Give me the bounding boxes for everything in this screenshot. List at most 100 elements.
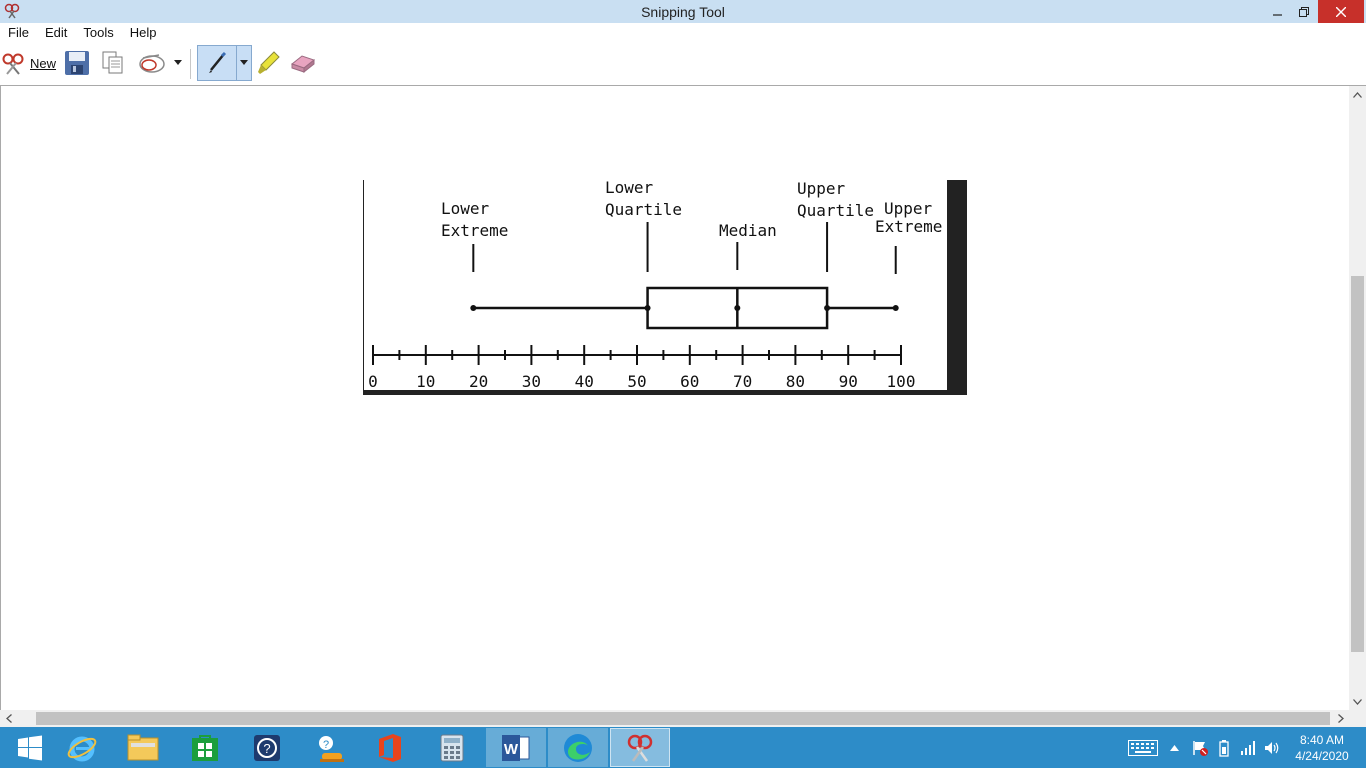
show-hidden-icons-button[interactable] xyxy=(1166,727,1182,768)
tick-label: 70 xyxy=(733,372,752,391)
menu-tools[interactable]: Tools xyxy=(75,23,121,43)
power-button[interactable] xyxy=(1214,727,1234,768)
svg-text:?: ? xyxy=(323,739,329,751)
start-icon xyxy=(18,735,42,760)
title-bar: Snipping Tool xyxy=(0,0,1366,23)
store-icon xyxy=(192,734,218,761)
send-email-icon xyxy=(139,54,165,73)
captured-image: Lower Extreme Lower Quartile Median Uppe… xyxy=(362,178,967,395)
scroll-right-button[interactable] xyxy=(1332,710,1349,727)
lower-extreme-label-line2: Extreme xyxy=(441,221,508,240)
action-center-button[interactable] xyxy=(1190,727,1210,768)
clock[interactable]: 8:40 AM 4/24/2020 xyxy=(1284,732,1360,764)
copy-button[interactable] xyxy=(100,45,126,81)
vertical-scrollbar[interactable] xyxy=(1349,86,1366,710)
minimize-button[interactable] xyxy=(1264,0,1292,23)
tick-label: 20 xyxy=(469,372,488,391)
new-snip-button[interactable]: New xyxy=(2,45,56,81)
tick-label: 60 xyxy=(680,372,699,391)
taskbar-edge[interactable] xyxy=(548,728,608,767)
median-label: Median xyxy=(719,221,777,240)
scroll-down-button[interactable] xyxy=(1349,693,1366,710)
new-snip-label: New xyxy=(30,55,57,71)
tick-label: 30 xyxy=(522,372,541,391)
internet-explorer-icon xyxy=(67,736,97,761)
chevron-down-icon xyxy=(1353,698,1362,705)
window-title: Snipping Tool xyxy=(641,4,725,20)
tick-label: 10 xyxy=(416,372,435,391)
vertical-scroll-thumb[interactable] xyxy=(1351,276,1364,652)
tick-label: 90 xyxy=(839,372,858,391)
menu-help[interactable]: Help xyxy=(122,23,165,43)
taskbar: ? ? W 8:40 AM 4/24/2020 xyxy=(0,727,1366,768)
horizontal-scroll-thumb[interactable] xyxy=(36,712,1330,725)
upper-quartile-label-line2: Quartile xyxy=(797,201,874,220)
eraser-icon xyxy=(290,55,316,74)
clock-time: 8:40 AM xyxy=(1299,733,1345,747)
eraser-button[interactable] xyxy=(288,45,316,81)
scissors-icon xyxy=(2,53,24,75)
battery-plug-icon xyxy=(1219,739,1229,757)
taskbar-support[interactable]: ? xyxy=(298,728,358,767)
file-explorer-icon xyxy=(127,734,159,760)
upper-quartile-label-line1: Upper xyxy=(797,180,846,198)
scrollbar-corner xyxy=(1349,710,1366,727)
close-button[interactable] xyxy=(1318,0,1364,23)
lower-quartile-label-line2: Quartile xyxy=(605,200,682,219)
save-button[interactable] xyxy=(64,45,90,81)
image-bottom-border xyxy=(363,390,967,395)
horizontal-scrollbar[interactable] xyxy=(0,710,1349,727)
taskbar-word[interactable]: W xyxy=(486,728,546,767)
restore-button[interactable] xyxy=(1290,0,1318,23)
taskbar-help[interactable]: ? xyxy=(237,728,297,767)
pen-tool-dropdown[interactable] xyxy=(237,46,251,80)
svg-text:W: W xyxy=(504,741,519,758)
office-icon xyxy=(379,733,401,762)
pen-icon xyxy=(209,51,227,73)
chevron-left-icon xyxy=(5,714,12,723)
menu-file[interactable]: File xyxy=(0,23,37,43)
close-icon xyxy=(1336,6,1346,17)
taskbar-file-explorer[interactable] xyxy=(113,728,173,767)
menu-bar: File Edit Tools Help xyxy=(0,23,1366,43)
taskbar-store[interactable] xyxy=(175,728,235,767)
copy-icon xyxy=(102,51,123,74)
highlighter-icon xyxy=(258,51,280,74)
tick-label: 50 xyxy=(627,372,646,391)
upper-extreme-label-line1: Upper xyxy=(884,199,933,218)
tick-label: 40 xyxy=(575,372,594,391)
send-snip-dropdown[interactable] xyxy=(174,45,182,81)
image-right-border xyxy=(947,180,967,395)
taskbar-internet-explorer[interactable] xyxy=(52,728,112,767)
chevron-down-icon xyxy=(174,60,182,65)
flag-alert-icon xyxy=(1193,740,1208,756)
taskbar-calculator[interactable] xyxy=(422,728,482,767)
highlighter-button[interactable] xyxy=(256,45,282,81)
volume-button[interactable] xyxy=(1262,727,1282,768)
taskbar-snipping-tool[interactable] xyxy=(610,728,670,767)
scroll-up-button[interactable] xyxy=(1349,86,1366,103)
network-button[interactable] xyxy=(1238,727,1258,768)
touch-keyboard-button[interactable] xyxy=(1126,727,1160,768)
lower-extreme-point xyxy=(470,305,477,311)
upper-extreme-point xyxy=(892,305,899,311)
support-icon: ? xyxy=(319,735,344,762)
taskbar-office[interactable] xyxy=(360,728,420,767)
menu-edit[interactable]: Edit xyxy=(37,23,75,43)
tick-label: 80 xyxy=(786,372,805,391)
tick-label: 100 xyxy=(887,372,916,391)
send-snip-button[interactable] xyxy=(137,45,167,81)
pen-tool[interactable] xyxy=(198,46,237,80)
start-button[interactable] xyxy=(0,728,60,767)
scroll-left-button[interactable] xyxy=(0,710,17,727)
chevron-right-icon xyxy=(1337,714,1344,723)
lower-quartile-label-line1: Lower xyxy=(605,180,654,197)
upper-extreme-label-line2: Extreme xyxy=(875,217,942,236)
pen-tool-button[interactable] xyxy=(197,45,252,81)
floppy-disk-icon xyxy=(65,51,89,75)
keyboard-icon xyxy=(1128,739,1158,756)
restore-icon xyxy=(1299,6,1309,17)
word-icon: W xyxy=(502,734,530,761)
chevron-up-icon xyxy=(1353,91,1362,98)
snipping-tool-icon xyxy=(627,734,653,762)
